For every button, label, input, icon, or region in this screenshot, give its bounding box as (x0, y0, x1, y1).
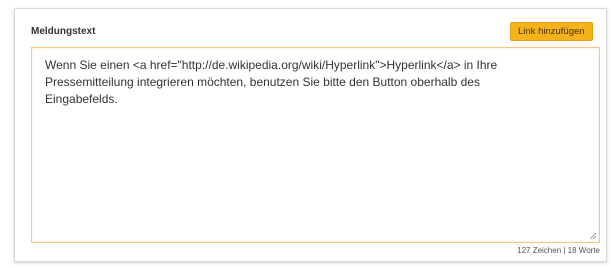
resize-grip-icon[interactable] (589, 232, 597, 240)
message-text-panel: Meldungstext Link hinzufügen Wenn Sie ei… (14, 8, 607, 262)
add-link-button[interactable]: Link hinzufügen (510, 22, 593, 41)
message-text-content[interactable]: Wenn Sie einen <a href="http://de.wikipe… (45, 57, 583, 108)
message-text-area[interactable]: Wenn Sie einen <a href="http://de.wikipe… (31, 47, 600, 243)
message-text-label: Meldungstext (31, 26, 96, 37)
character-word-counter: 127 Zeichen | 18 Worte (517, 246, 600, 255)
